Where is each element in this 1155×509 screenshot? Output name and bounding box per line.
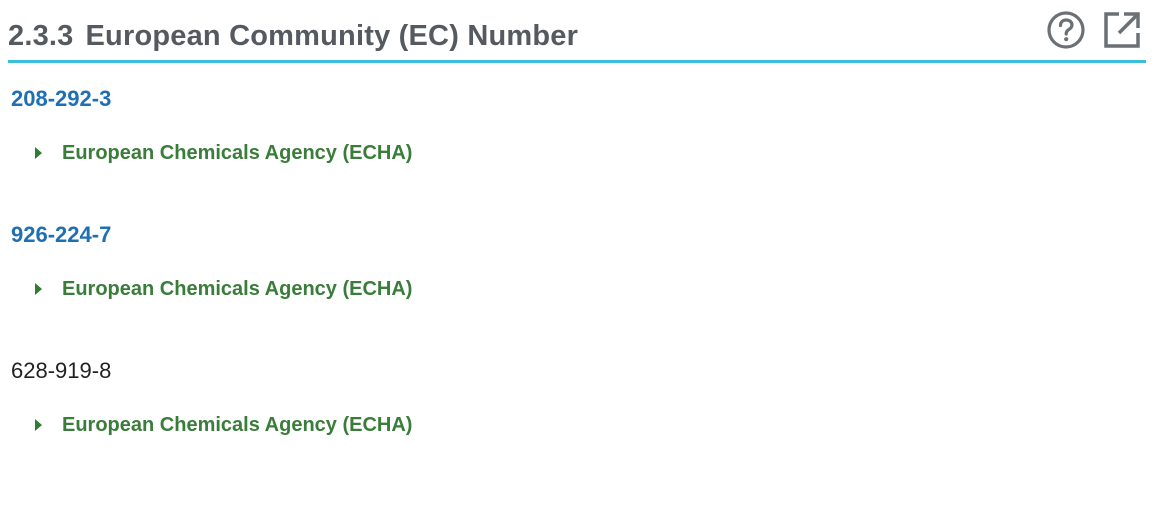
section-header: 2.3.3 European Community (EC) Number [8,0,1146,63]
ec-number-link[interactable]: 208-292-3 [11,86,111,112]
section-title-text: European Community (EC) Number [85,20,579,52]
open-external-icon[interactable] [1102,10,1142,50]
ec-number-section: 2.3.3 European Community (EC) Number [8,0,1146,63]
caret-right-icon [35,418,42,431]
section-title: 2.3.3 European Community (EC) Number [8,20,578,53]
source-label: European Chemicals Agency (ECHA) [62,142,413,164]
caret-right-icon [35,146,42,159]
header-actions [1046,10,1142,50]
source-label: European Chemicals Agency (ECHA) [62,278,413,300]
ec-number-text: 628-919-8 [11,358,112,383]
source-toggle[interactable]: European Chemicals Agency (ECHA) [35,142,412,165]
ec-number-link[interactable]: 926-224-7 [11,222,111,248]
source-label: European Chemicals Agency (ECHA) [62,414,413,436]
source-toggle[interactable]: European Chemicals Agency (ECHA) [35,278,412,301]
help-icon[interactable] [1046,10,1086,50]
caret-right-icon [35,282,42,295]
source-toggle[interactable]: European Chemicals Agency (ECHA) [35,414,412,437]
section-number: 2.3.3 [8,20,74,52]
